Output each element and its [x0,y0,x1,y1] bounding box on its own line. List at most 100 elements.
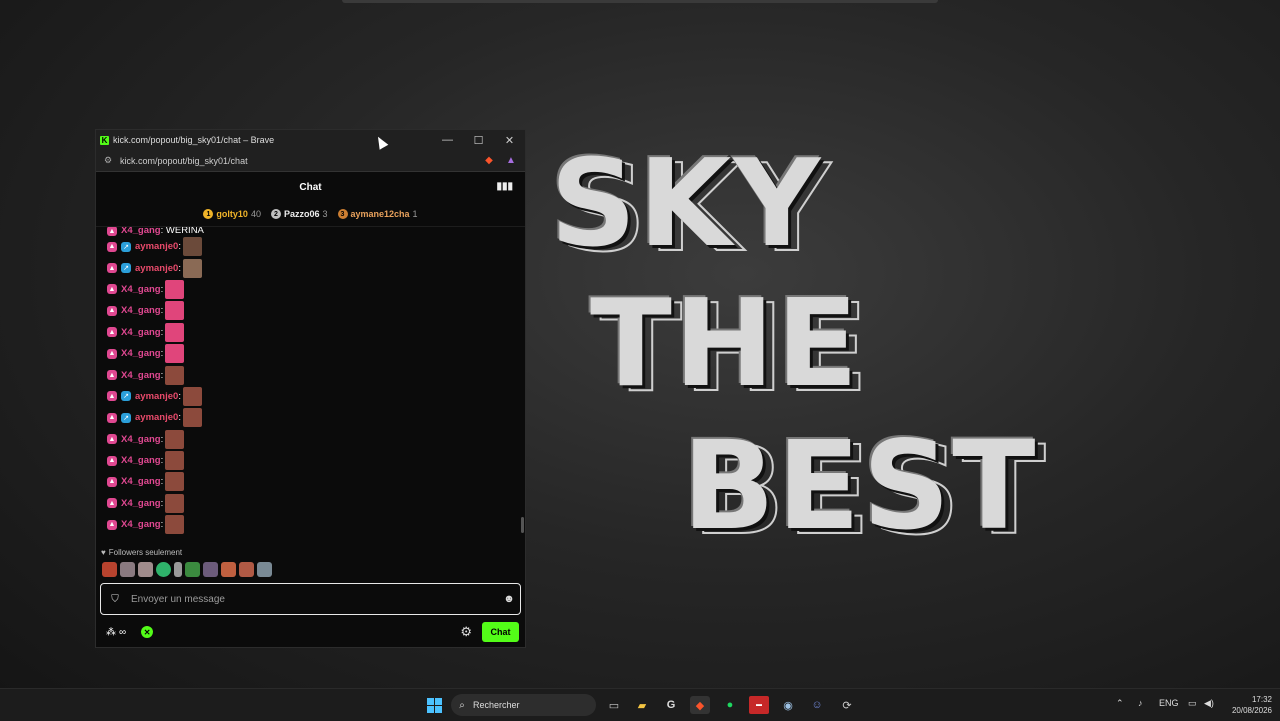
emote-button[interactable] [138,561,153,577]
chat-message: ▲ ↗ aymanje0: [96,407,525,428]
chat-username[interactable]: X4_gang [121,498,161,509]
brave-rewards-icon[interactable]: ▲ [503,155,519,167]
chat-username[interactable]: X4_gang [121,370,161,381]
message-input[interactable] [129,592,498,606]
maximize-button[interactable]: ☐ [463,134,494,147]
chat-emote[interactable] [165,493,185,513]
leaderboard-entry[interactable]: 2 Pazzo06 3 [270,209,328,219]
emote-button[interactable] [257,561,272,577]
chat-username[interactable]: X4_gang [121,284,161,295]
chat-emote[interactable] [165,472,185,492]
chat-separator: : [178,412,181,424]
chat-message: ▲ X4_gang: [96,300,525,321]
brave-shields-icon[interactable]: ◆ [481,155,497,167]
followers-only-notice: ♥ Followers seulement [96,545,525,559]
chat-username[interactable]: X4_gang [121,434,161,445]
tray-chevron-icon[interactable]: ⌃ [1116,698,1124,709]
chat-emote[interactable] [182,408,202,428]
chat-actions-row: ⁂ ∞ ✕ ⚙ Chat [96,615,525,649]
chat-emote[interactable] [165,451,185,471]
subscriber-badge-icon: ▲ [107,227,117,236]
leaderboard-entry[interactable]: 1 golty10 40 [203,209,261,219]
chat-separator: : [160,348,164,360]
chat-message: ▲ X4_gang: [96,322,525,343]
followers-only-label: Followers seulement [108,547,183,557]
app-g-icon[interactable]: G [662,696,680,714]
chat-username[interactable]: X4_gang [121,455,161,466]
close-button[interactable]: ✕ [494,134,525,147]
volume-icon[interactable]: ◀) [1204,698,1214,709]
wallpaper-line2: THE [590,275,861,414]
voicemod-icon[interactable]: ▬ [749,696,769,714]
url-text[interactable]: kick.com/popout/big_sky01/chat [120,156,481,166]
emote-button[interactable] [156,561,171,577]
chat-scrollbar[interactable] [521,517,524,533]
network-icon[interactable]: ▭ [1188,698,1197,709]
brave-browser-icon[interactable]: ◆ [690,696,710,714]
chat-username[interactable]: X4_gang [121,348,161,359]
chat-emote[interactable] [182,237,202,257]
chat-messages[interactable]: ▲ X4_gang : WERINA ▲ ↗ aymanje0: ▲ ↗ aymanje0… [96,227,525,545]
chat-username[interactable]: X4_gang [121,305,161,316]
window-titlebar[interactable]: K kick.com/popout/big_sky01/chat – Brave… [96,130,525,150]
windows-start-icon[interactable] [425,696,443,714]
chat-settings-icon[interactable]: ⚙ [460,624,472,640]
emoji-picker-icon[interactable]: ☻ [498,593,520,605]
spotify-icon[interactable]: ● [721,696,739,714]
language-indicator[interactable]: ENG [1159,698,1179,708]
emote-button[interactable] [203,561,218,577]
chat-message: ▲ X4_gang: [96,429,525,450]
microphone-icon[interactable]: ♪ [1138,698,1143,708]
minimize-button[interactable]: — [432,134,463,146]
steam-icon[interactable]: ◉ [779,696,797,714]
chat-username[interactable]: aymanje0 [135,412,178,423]
chat-message: ▲ X4_gang: [96,514,525,535]
chat-username[interactable]: aymanje0 [135,391,178,402]
chatters-list-icon[interactable]: ▮▮▮ [496,181,513,192]
emote-button[interactable] [221,561,236,577]
channel-points-value[interactable]: ∞ [119,627,126,638]
emote-button[interactable] [174,561,182,577]
chat-username[interactable]: X4_gang [121,327,161,338]
chat-emote[interactable] [165,301,185,321]
chat-emote[interactable] [165,365,185,385]
taskbar-search[interactable]: ⌕ Rechercher [451,694,596,716]
emote-button[interactable] [239,561,254,577]
heart-icon: ♥ [101,547,106,557]
chat-username[interactable]: X4_gang [121,476,161,487]
discord-icon[interactable]: ☺ [808,696,826,714]
chat-message: ▲ ↗ aymanje0: [96,386,525,407]
app-red-dot-icon[interactable]: ⟳ [838,696,856,714]
file-explorer-icon[interactable]: ▰ [633,696,651,714]
subscriber-badge-icon: ▲ [107,305,117,316]
subscriber-badge-icon: ▲ [107,391,117,402]
chat-emote[interactable] [182,258,202,278]
shield-icon[interactable]: ⛉ [101,594,129,605]
chat-message: ▲ X4_gang: [96,364,525,385]
channel-points-icon[interactable]: ⁂ [106,627,116,638]
send-chat-button[interactable]: Chat [482,622,519,642]
task-view-icon[interactable]: ▭ [605,696,623,714]
chat-emote[interactable] [165,322,185,342]
chat-username[interactable]: aymanje0 [135,263,178,274]
leaderboard-name: aymane12cha [350,209,410,219]
kick-emote-icon[interactable]: ✕ [141,626,154,638]
emote-button[interactable] [102,561,117,577]
chat-separator: : [178,262,181,274]
subscriber-badge-icon: ▲ [107,370,117,381]
leaderboard-entry[interactable]: 3 aymane12cha 1 [337,209,418,219]
clock[interactable]: 17:32 20/08/2026 [1222,694,1272,716]
site-settings-icon[interactable]: ⚙ [96,155,120,166]
chat-emote[interactable] [165,279,185,299]
chat-emote[interactable] [182,386,202,406]
chat-emote[interactable] [165,429,185,449]
message-list: ▲ ↗ aymanje0: ▲ ↗ aymanje0: ▲ X4_gang: ▲ X4_gang:… [96,236,525,535]
chat-emote[interactable] [165,344,185,364]
subscriber-badge-icon: ▲ [107,348,117,359]
chat-username[interactable]: X4_gang [121,227,161,236]
emote-button[interactable] [120,561,135,577]
emote-button[interactable] [185,561,200,577]
chat-username[interactable]: X4_gang [121,519,161,530]
chat-emote[interactable] [165,515,185,535]
chat-username[interactable]: aymanje0 [135,241,178,252]
